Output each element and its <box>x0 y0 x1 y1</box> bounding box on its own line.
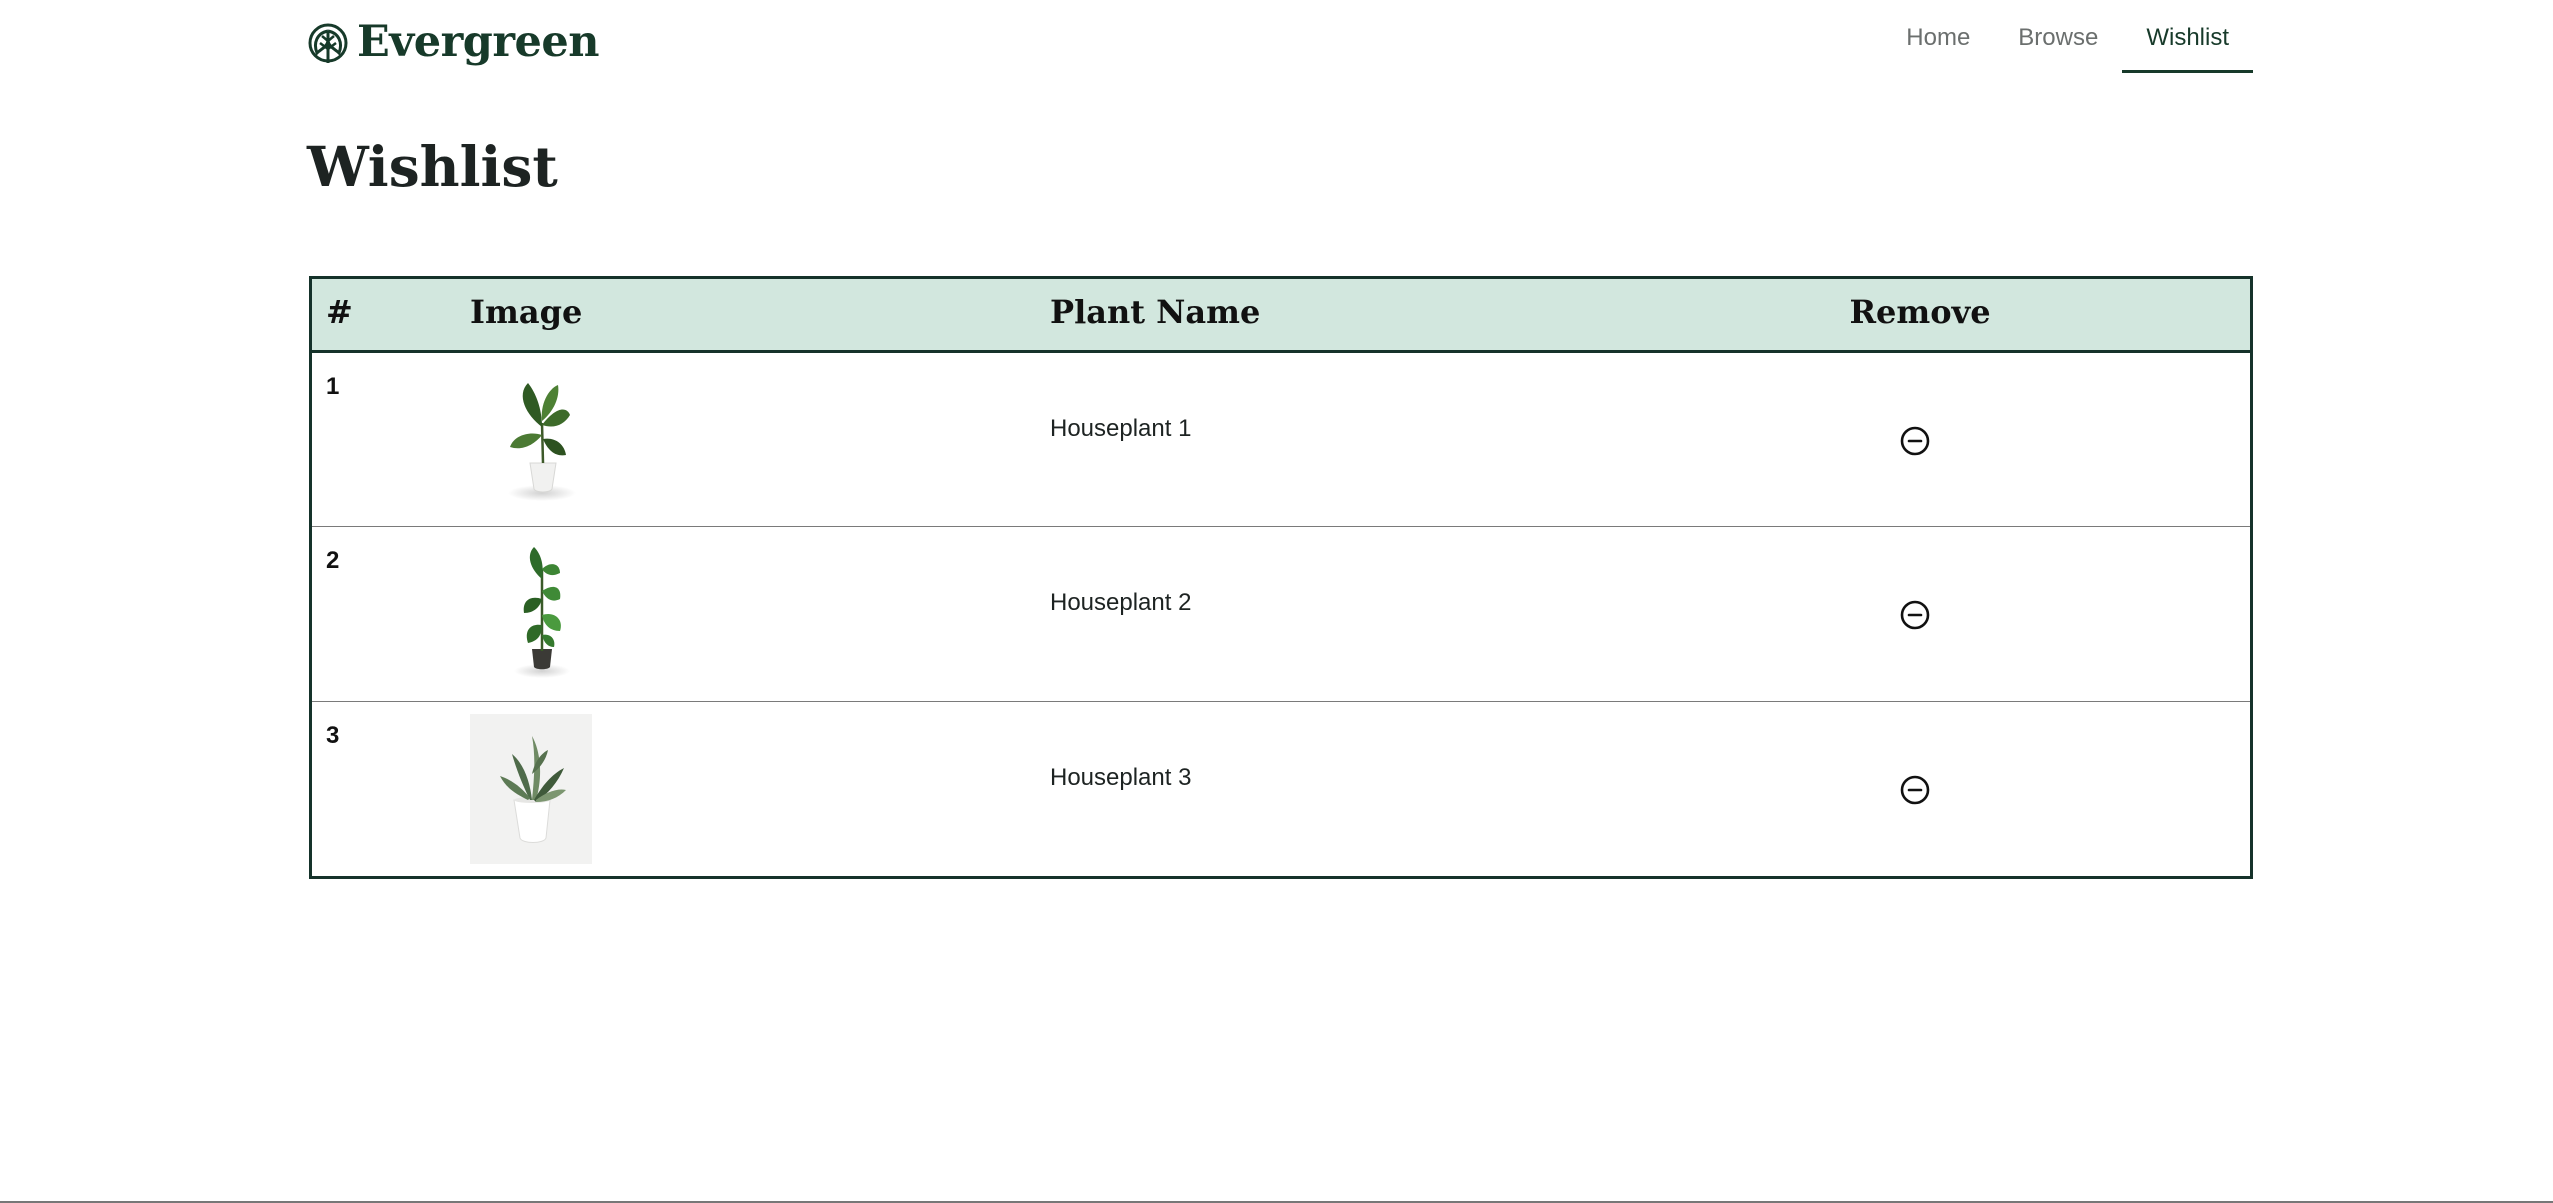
site-header: Evergreen Home Browse Wishlist <box>307 0 2253 75</box>
minus-circle-icon <box>1900 600 1930 629</box>
plant-name: Houseplant 2 <box>1050 588 1192 616</box>
plant-name: Houseplant 3 <box>1050 763 1192 791</box>
column-header-number: # <box>312 279 470 353</box>
leaf-logo-icon <box>308 23 348 63</box>
brand-link[interactable]: Evergreen <box>307 14 599 70</box>
table-header: # Image Plant Name Remove <box>312 279 2250 353</box>
column-header-plant-name: Plant Name <box>1050 279 1590 353</box>
table-row: 2 Houseplant 2 <box>312 526 2250 701</box>
minus-circle-icon <box>1900 426 1930 455</box>
nav-browse[interactable]: Browse <box>1994 0 2122 75</box>
remove-button[interactable] <box>1899 425 1931 457</box>
remove-button[interactable] <box>1899 599 1931 631</box>
plant-photo-2 <box>514 546 570 678</box>
row-number: 2 <box>326 546 340 574</box>
row-number: 3 <box>326 721 340 749</box>
wishlist-table: # Image Plant Name Remove 1 Houseplant 1… <box>312 279 2250 876</box>
table-body: 1 Houseplant 1 2 Houseplant 2 3 Housepla… <box>312 351 2250 876</box>
column-header-image: Image <box>470 279 1050 353</box>
nav-home[interactable]: Home <box>1882 0 1994 75</box>
plant-photo-1 <box>508 382 576 501</box>
wishlist-table-container: # Image Plant Name Remove 1 Houseplant 1… <box>309 276 2253 879</box>
page-title: Wishlist <box>307 134 558 199</box>
row-number: 1 <box>326 372 340 400</box>
plant-photo-3 <box>470 713 592 864</box>
column-header-remove: Remove <box>1590 279 2250 353</box>
nav-wishlist[interactable]: Wishlist <box>2122 0 2253 75</box>
row-image-cell <box>470 526 1050 701</box>
page: Evergreen Home Browse Wishlist Wishlist … <box>0 0 2553 1203</box>
table-header-row: # Image Plant Name Remove <box>312 279 2250 353</box>
table-row: 1 Houseplant 1 <box>312 351 2250 526</box>
brand-name: Evergreen <box>357 17 599 67</box>
remove-button[interactable] <box>1899 774 1931 806</box>
row-remove-cell <box>1590 701 2250 876</box>
plant-name: Houseplant 1 <box>1050 414 1192 442</box>
row-image-cell <box>470 351 1050 526</box>
row-remove-cell <box>1590 351 2250 526</box>
minus-circle-icon <box>1900 775 1930 804</box>
table-row: 3 Houseplant 3 <box>312 701 2250 876</box>
row-remove-cell <box>1590 526 2250 701</box>
main-nav: Home Browse Wishlist <box>1882 0 2253 75</box>
row-image-cell <box>470 701 1050 876</box>
